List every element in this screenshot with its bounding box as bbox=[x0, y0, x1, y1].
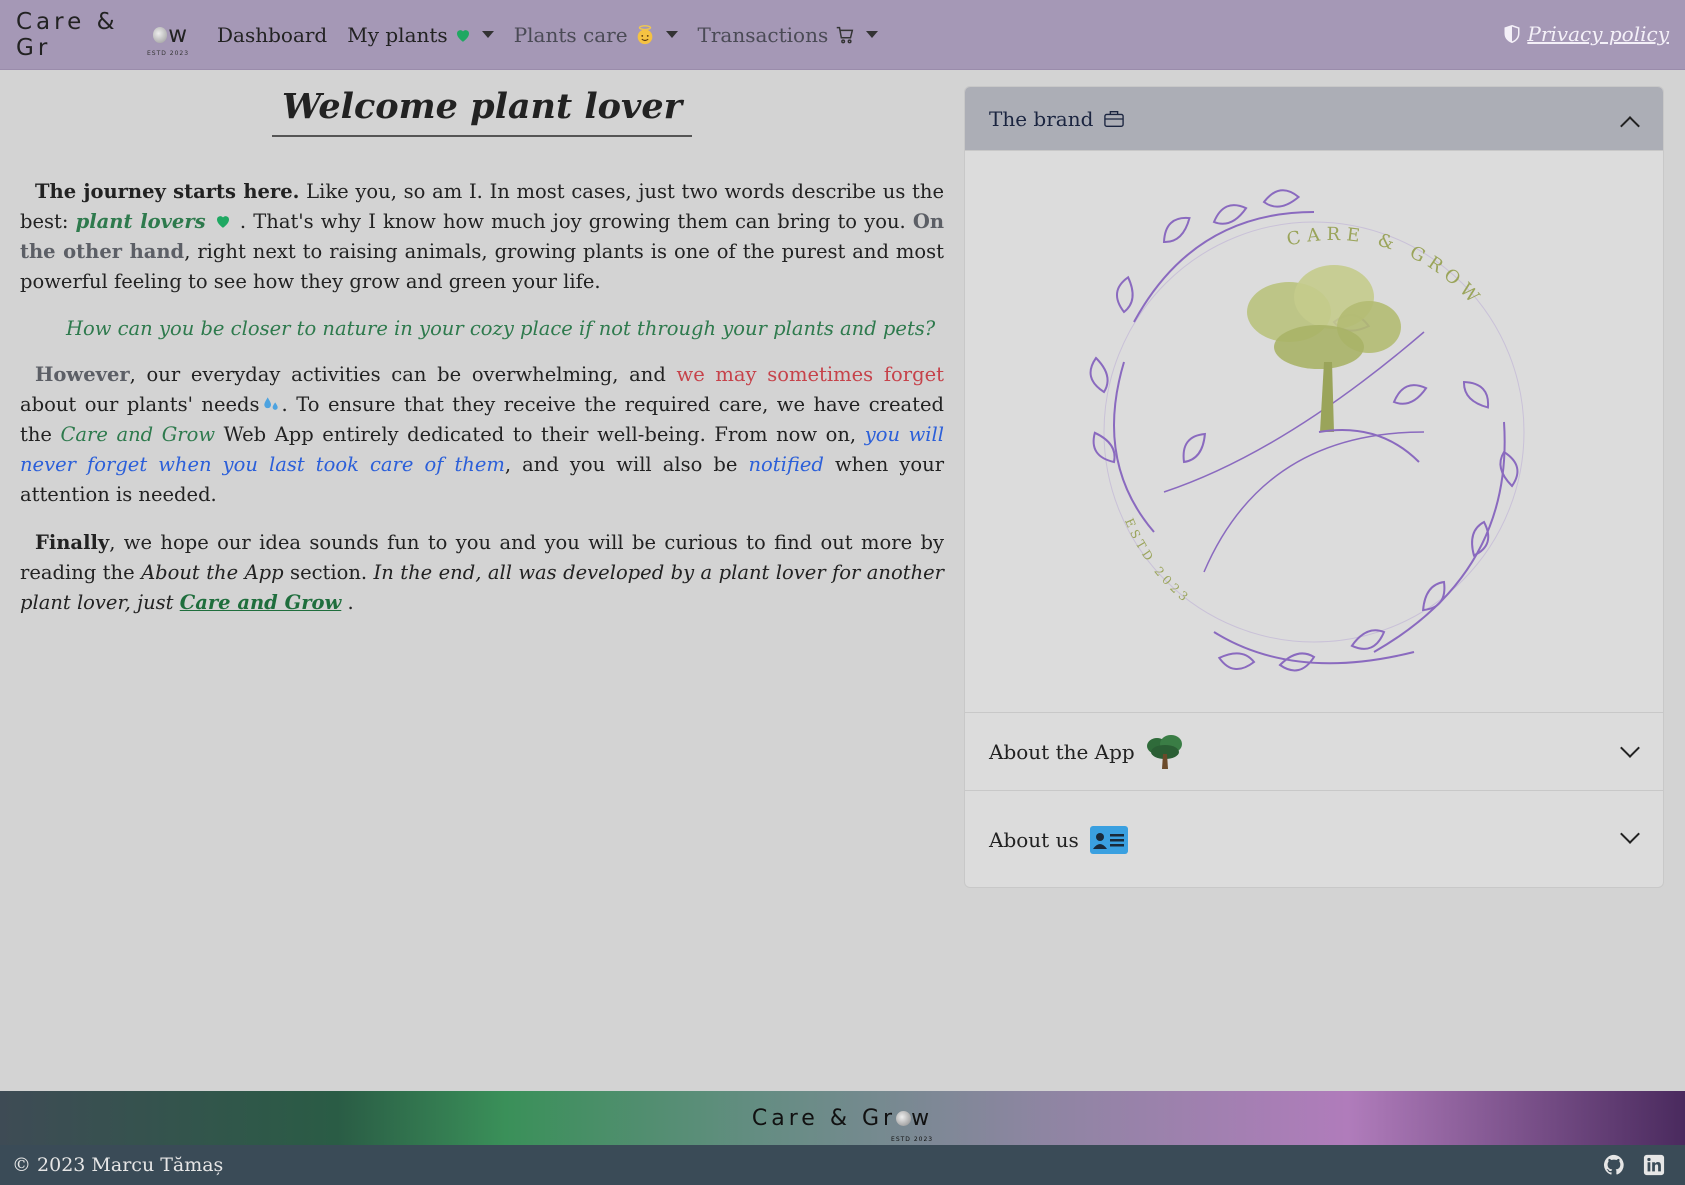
finally-strong: Finally bbox=[35, 531, 110, 554]
brand-logo-panel: CARE & GROW ESTD 2023 bbox=[965, 151, 1663, 713]
chevron-down-icon bbox=[1620, 824, 1640, 844]
nav-dashboard[interactable]: Dashboard bbox=[217, 23, 327, 47]
logo-text-end: w bbox=[168, 21, 191, 48]
care-and-grow-link[interactable]: Care and Grow bbox=[180, 591, 342, 614]
care-text-5: , and you will also be bbox=[504, 453, 749, 476]
intro-paragraph: The journey starts here. Like you, so am… bbox=[20, 177, 944, 297]
accordion-about-us-label: About us bbox=[989, 828, 1079, 852]
care-paragraph: However, our everyday activities can be … bbox=[20, 360, 944, 510]
angel-face-icon bbox=[637, 24, 652, 44]
privacy-policy-link[interactable]: Privacy policy bbox=[1503, 22, 1669, 46]
nav-transactions-label: Transactions bbox=[697, 22, 829, 47]
accordion-brand-header[interactable]: The brand bbox=[965, 87, 1663, 151]
tree bbox=[1247, 264, 1420, 463]
logo-text-start: Care & Gr bbox=[16, 8, 119, 61]
welcome-section: Welcome plant lover The journey starts h… bbox=[20, 80, 944, 618]
care-text-4: Web App entirely dedicated to their well… bbox=[215, 423, 865, 446]
emblem-estd-text: ESTD 2023 bbox=[1122, 516, 1194, 606]
accordion-about-us-header[interactable]: About us bbox=[965, 791, 1663, 887]
info-accordion: The brand CARE & GROW ESTD 2023 About th… bbox=[964, 86, 1664, 888]
shield-icon bbox=[1504, 24, 1520, 44]
intro-strong: The journey starts here. bbox=[35, 180, 300, 203]
logo-estd: ESTD 2023 bbox=[147, 49, 190, 57]
accordion-brand-label: The brand bbox=[989, 106, 1094, 131]
intro-text-2: . That's why I know how much joy growing… bbox=[232, 210, 913, 233]
care-text-1: , our everyday activities can be overwhe… bbox=[129, 363, 677, 386]
brand-emblem-image: CARE & GROW ESTD 2023 bbox=[1088, 187, 1525, 676]
nav-dashboard-label: Dashboard bbox=[217, 22, 328, 47]
plant-lovers-text: plant lovers bbox=[75, 210, 206, 233]
nav-plants-care[interactable]: Plants care bbox=[514, 23, 678, 47]
tree-icon bbox=[1146, 734, 1182, 769]
footer-logo-start: Care & Gr bbox=[751, 1105, 897, 1131]
finally-paragraph: Finally, we hope our idea sounds fun to … bbox=[20, 528, 944, 618]
copyright-text: © 2023 Marcu Tămaș bbox=[12, 1154, 224, 1176]
accordion-about-app-header[interactable]: About the App bbox=[965, 713, 1663, 791]
finally-text-3: . bbox=[341, 591, 354, 614]
footer-bar: © 2023 Marcu Tămaș bbox=[0, 1145, 1685, 1185]
about-app-ref: About the App bbox=[141, 561, 284, 584]
notified-text: notified bbox=[748, 453, 824, 476]
nature-quote: How can you be closer to nature in your … bbox=[66, 317, 936, 340]
nav-my-plants-label: My plants bbox=[347, 22, 448, 47]
nav-links: Dashboard My plants Plants care Transact… bbox=[217, 22, 879, 47]
footer-banner: Care & Gr w ESTD 2023 bbox=[0, 1091, 1685, 1145]
nav-my-plants[interactable]: My plants bbox=[347, 22, 494, 47]
nav-plants-care-label: Plants care bbox=[513, 22, 628, 47]
chevron-down-icon bbox=[665, 31, 678, 38]
briefcase-icon bbox=[1104, 110, 1125, 127]
finally-text-2: section. bbox=[283, 561, 374, 584]
privacy-policy-label: Privacy policy bbox=[1527, 22, 1669, 46]
id-card-icon bbox=[1089, 826, 1128, 854]
care-and-grow-text: Care and Grow bbox=[60, 423, 216, 446]
navbar: Care & Gr w ESTD 2023 Dashboard My plants… bbox=[0, 0, 1685, 70]
green-heart-icon bbox=[456, 29, 469, 42]
care-text-2: about our plants' needs bbox=[20, 393, 260, 416]
footer-logo-end: w bbox=[911, 1105, 934, 1131]
water-drops-icon bbox=[263, 397, 278, 410]
however-text: However bbox=[35, 363, 130, 386]
green-heart-icon bbox=[216, 216, 229, 228]
chevron-down-icon bbox=[866, 31, 879, 38]
forget-text: we may sometimes forget bbox=[676, 363, 944, 386]
github-icon[interactable] bbox=[1603, 1154, 1625, 1176]
linkedin-icon[interactable] bbox=[1643, 1154, 1665, 1176]
globe-icon bbox=[896, 1111, 912, 1126]
social-links bbox=[1603, 1154, 1665, 1176]
cart-icon bbox=[837, 26, 854, 43]
chevron-down-icon bbox=[481, 31, 494, 38]
footer-estd: ESTD 2023 bbox=[891, 1135, 934, 1143]
page-title: Welcome plant lover bbox=[271, 80, 693, 137]
chevron-up-icon bbox=[1620, 116, 1640, 136]
globe-icon bbox=[152, 26, 168, 43]
accordion-about-app-label: About the App bbox=[989, 739, 1135, 764]
brand-logo[interactable]: Care & Gr w ESTD 2023 bbox=[16, 8, 191, 61]
chevron-down-icon bbox=[1620, 738, 1640, 758]
nav-transactions[interactable]: Transactions bbox=[698, 23, 879, 47]
footer-logo: Care & Gr w ESTD 2023 bbox=[751, 1105, 934, 1143]
